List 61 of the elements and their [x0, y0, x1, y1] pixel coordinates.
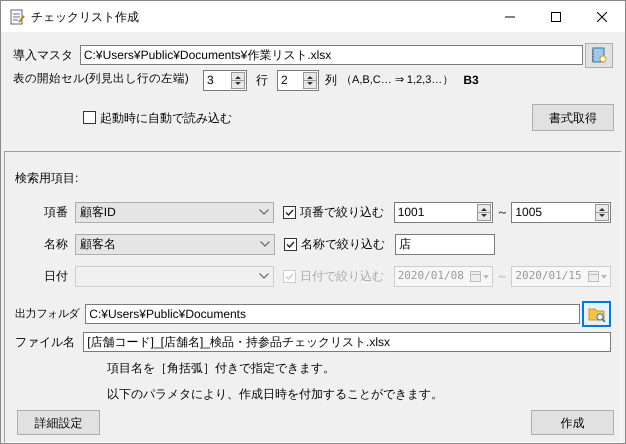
spin-field[interactable]: 1005: [511, 202, 611, 222]
chevron-down-icon: [259, 209, 270, 215]
spin-arrows-icon: [477, 204, 492, 220]
close-icon: [597, 12, 607, 22]
field-label: 出力フォルダ: [15, 306, 81, 322]
create-button[interactable]: 作成: [531, 410, 614, 435]
input-field[interactable]: [店舗コード]_[店舗名]_検品・持参品チェックリスト.xlsx: [83, 332, 611, 352]
checkbox[interactable]: [83, 111, 96, 124]
spin-field[interactable]: 3: [203, 70, 247, 90]
unit-label: 行: [256, 72, 268, 89]
calendar-icon: [588, 270, 607, 282]
field-label: 項番: [42, 204, 69, 221]
field-label: 表の開始セル(列見出し行の左端): [13, 72, 190, 88]
calendar-icon: [470, 270, 490, 282]
window-title: チェックリスト作成: [31, 8, 139, 26]
dropdown[interactable]: 顧客ID: [74, 202, 274, 222]
field-value: 2: [281, 72, 289, 89]
spin-arrows-icon: [303, 72, 317, 88]
checkbox[interactable]: [283, 206, 296, 218]
field-value: 2020/01/15: [515, 268, 583, 284]
spin-arrows-icon: [595, 204, 609, 220]
checkbox-label: 日付で絞り込む: [300, 268, 384, 285]
hint-text: （A,B,C… ⇒ 1,2,3…）: [341, 72, 454, 88]
maximize-icon: [551, 12, 561, 22]
chevron-down-icon: [260, 241, 270, 247]
chevron-down-icon: [259, 273, 270, 279]
field-label: 日付: [42, 268, 69, 285]
checkbox-label: 項番で絞り込む: [300, 204, 384, 221]
dropdown[interactable]: 顧客名: [75, 234, 275, 254]
format-button[interactable]: 書式取得: [532, 104, 614, 131]
checkbox-label: 起動時に自動で読み込む: [100, 110, 232, 126]
field-value: 2020/01/08: [398, 268, 465, 284]
field-label: 導入マスタ: [13, 47, 74, 64]
input-field[interactable]: C:¥Users¥Public¥Documents¥作業リスト.xlsx: [80, 45, 584, 65]
field-label: 名称: [43, 236, 69, 253]
field-label: ファイル名: [15, 334, 76, 351]
range-separator: ～: [496, 268, 508, 285]
unit-label: 列: [325, 72, 337, 89]
field-value: 1005: [515, 204, 544, 221]
spin-arrows-icon: [231, 72, 245, 88]
notebook-icon: [591, 47, 608, 63]
document-icon: [9, 8, 25, 24]
dropdown-value: 顧客ID: [80, 204, 117, 221]
browse-folder-button[interactable]: [582, 301, 612, 327]
browse-button[interactable]: [585, 42, 613, 68]
input-field[interactable]: 店: [395, 234, 495, 254]
section-heading: 検索用項目:: [15, 170, 78, 187]
input-field[interactable]: C:¥Users¥Public¥Documents: [85, 304, 580, 324]
checkbox-label: 名称で絞り込む: [301, 236, 385, 253]
details-button[interactable]: 詳細設定: [17, 410, 100, 435]
spin-field[interactable]: 2: [277, 70, 319, 90]
checkbox[interactable]: [284, 238, 297, 250]
cell-result: B3: [463, 72, 479, 89]
field-value: 1001: [398, 204, 426, 221]
help-text: 以下のパラメタにより、作成日時を付加することができます。: [107, 386, 443, 403]
spin-field[interactable]: 1001: [394, 202, 494, 222]
help-text: 項目名を［角括弧］付きで指定できます。: [107, 360, 335, 377]
field-value: 3: [207, 72, 215, 89]
folder-search-icon: [588, 306, 606, 322]
range-separator: ～: [496, 204, 508, 221]
dropdown-value: 顧客名: [80, 236, 117, 253]
